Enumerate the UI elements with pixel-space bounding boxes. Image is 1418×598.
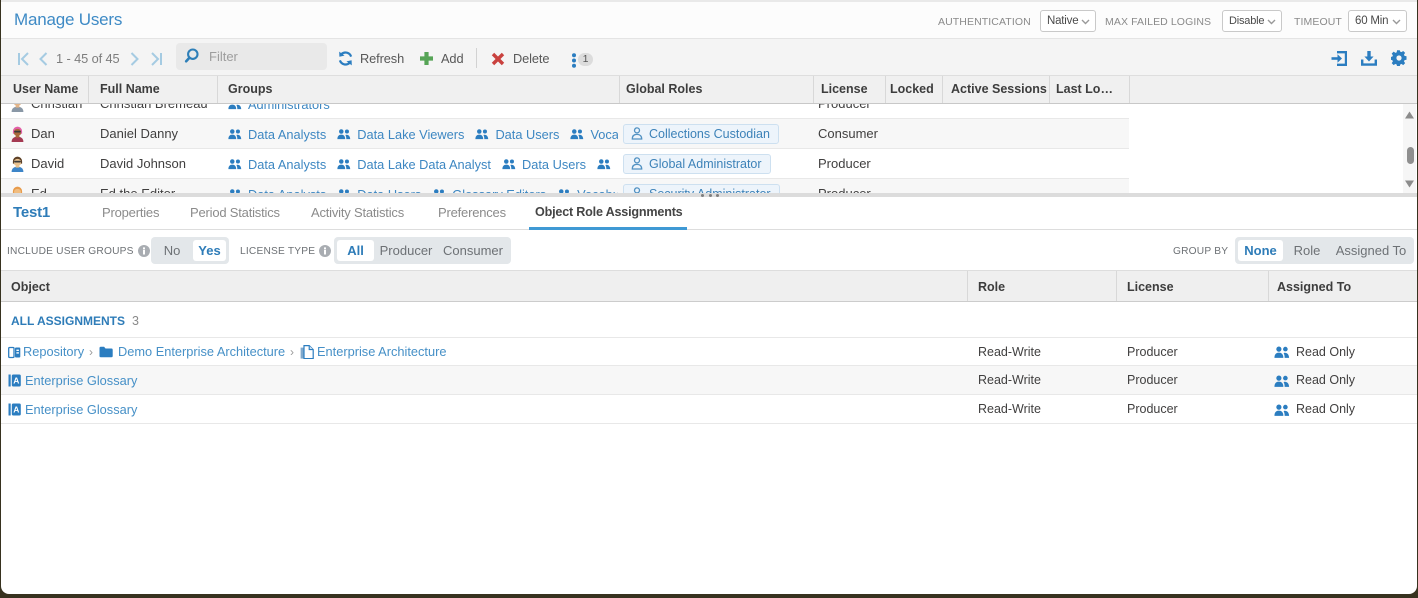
svg-text:A: A: [13, 376, 19, 386]
svg-text:A: A: [13, 405, 19, 415]
